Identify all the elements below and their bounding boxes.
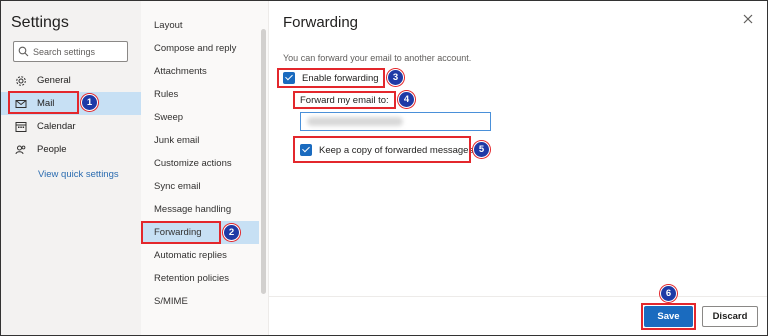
forwarding-description: You can forward your email to another ac… (283, 53, 472, 63)
view-quick-settings-link[interactable]: View quick settings (38, 169, 119, 180)
nav-item-label: Calendar (37, 121, 76, 132)
mail-settings-subnav: Layout Compose and reply Attachments Rul… (141, 1, 269, 335)
nav-item-calendar[interactable]: Calendar (1, 115, 141, 138)
subnav-item-layout[interactable]: Layout (141, 14, 259, 37)
redacted-email (307, 117, 403, 126)
annotation-badge-4: 4 (398, 91, 415, 108)
gear-icon (15, 75, 27, 87)
subnav-item-junk-email[interactable]: Junk email (141, 129, 259, 152)
subnav-item-customize-actions[interactable]: Customize actions (141, 152, 259, 175)
discard-button[interactable]: Discard (702, 306, 758, 327)
nav-item-general[interactable]: General (1, 69, 141, 92)
annotation-box-mail (8, 91, 79, 114)
annotation-badge-2: 2 (223, 224, 240, 241)
search-settings-input[interactable]: Search settings (13, 41, 128, 62)
nav-item-label: General (37, 75, 71, 86)
subnav-item-smime[interactable]: S/MIME (141, 290, 259, 313)
nav-item-label: People (37, 144, 67, 155)
settings-nav-pane: Settings Search settings General Mail Ca… (1, 1, 141, 335)
annotation-badge-3: 3 (387, 69, 404, 86)
annotation-box-save (641, 303, 696, 330)
annotation-box-enable-forwarding (277, 68, 385, 88)
annotation-box-keep-copy (293, 136, 471, 163)
subnav-scrollbar[interactable] (261, 29, 266, 294)
search-placeholder: Search settings (33, 46, 96, 57)
annotation-badge-6: 6 (660, 285, 677, 302)
subnav-item-sweep[interactable]: Sweep (141, 106, 259, 129)
search-icon (18, 46, 29, 57)
annotation-badge-5: 5 (473, 141, 490, 158)
subnav-item-automatic-replies[interactable]: Automatic replies (141, 244, 259, 267)
subnav-item-message-handling[interactable]: Message handling (141, 198, 259, 221)
subnav-item-compose-and-reply[interactable]: Compose and reply (141, 37, 259, 60)
subnav-item-rules[interactable]: Rules (141, 83, 259, 106)
annotation-box-forward-to (293, 91, 396, 109)
people-icon (15, 144, 27, 156)
settings-title: Settings (11, 14, 69, 31)
footer-divider (269, 296, 767, 297)
calendar-icon (15, 121, 27, 133)
subnav-item-retention-policies[interactable]: Retention policies (141, 267, 259, 290)
annotation-box-forwarding (141, 221, 221, 244)
nav-item-people[interactable]: People (1, 138, 141, 161)
subnav-item-sync-email[interactable]: Sync email (141, 175, 259, 198)
subnav-item-attachments[interactable]: Attachments (141, 60, 259, 83)
annotation-badge-1: 1 (81, 94, 98, 111)
window-frame: Settings Search settings General Mail Ca… (0, 0, 768, 336)
close-icon[interactable] (743, 14, 753, 24)
panel-heading: Forwarding (283, 14, 359, 31)
forwarding-panel: Forwarding You can forward your email to… (269, 1, 767, 335)
